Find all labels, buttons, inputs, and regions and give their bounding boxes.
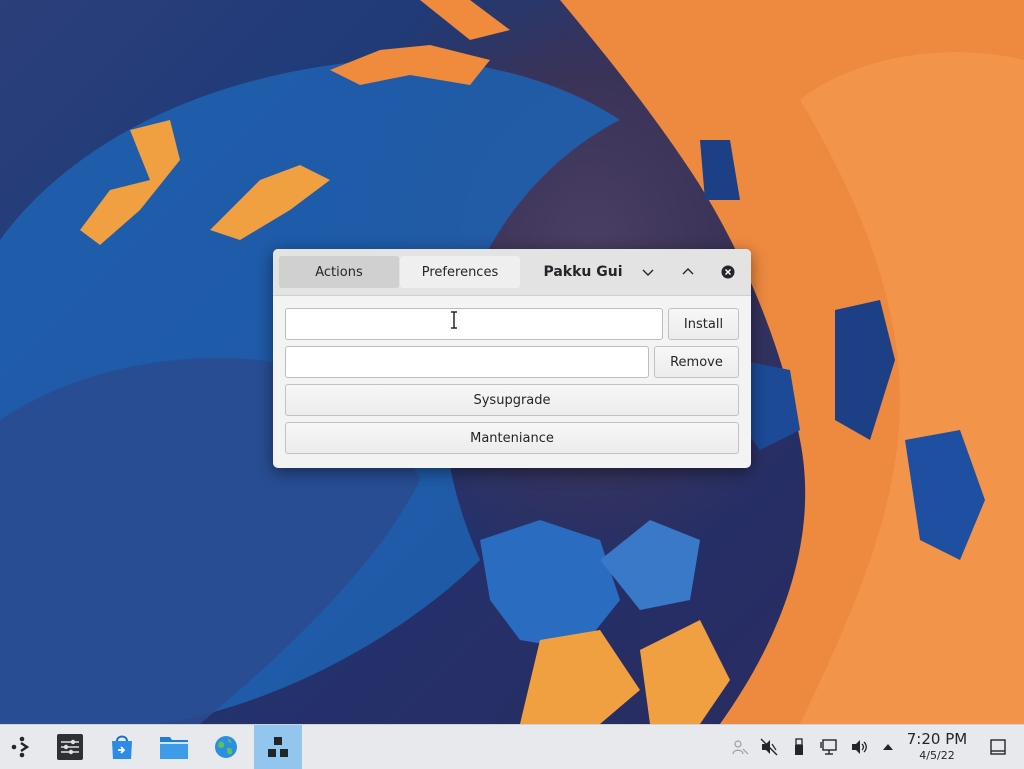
window-title: Pakku Gui — [543, 264, 623, 280]
text-cursor-icon — [451, 311, 457, 329]
taskbar: 7:20 PM 4/5/22 — [0, 724, 1024, 769]
file-manager-icon — [160, 737, 188, 759]
close-icon — [721, 265, 735, 279]
web-browser-launcher[interactable] — [204, 725, 248, 769]
tab-actions[interactable]: Actions — [279, 256, 399, 288]
show-desktop-icon — [990, 739, 1006, 755]
user-tray[interactable] — [729, 736, 751, 758]
clock-time: 7:20 PM — [906, 730, 968, 748]
digital-clock[interactable]: 7:20 PM 4/5/22 — [898, 729, 976, 765]
app-launcher-button[interactable] — [0, 725, 44, 769]
volume-tray[interactable] — [848, 736, 870, 758]
usb-device-icon — [795, 738, 803, 755]
remove-package-input[interactable] — [285, 346, 649, 378]
pakku-gui-icon — [268, 737, 288, 757]
maintenance-button[interactable]: Manteniance — [285, 422, 739, 454]
file-manager-launcher[interactable] — [152, 725, 196, 769]
usb-device-tray[interactable] — [788, 736, 810, 758]
clock-date: 4/5/22 — [919, 749, 955, 762]
system-settings-icon — [57, 734, 83, 760]
close-button[interactable] — [717, 261, 739, 283]
tab-preferences[interactable]: Preferences — [400, 256, 520, 288]
show-desktop-button[interactable] — [987, 736, 1009, 758]
muted-audio-icon — [760, 738, 778, 756]
pakku-gui-window: Actions Preferences Pakku Gui Install Re… — [273, 249, 751, 468]
maintenance-button-label: Manteniance — [470, 430, 554, 446]
network-icon — [820, 739, 837, 755]
web-browser-icon — [215, 736, 237, 758]
tab-actions-label: Actions — [315, 264, 363, 280]
maximize-button[interactable] — [677, 261, 699, 283]
pakku-gui-task[interactable] — [254, 725, 302, 769]
chevron-up-icon — [682, 268, 694, 275]
title-bar[interactable]: Actions Preferences Pakku Gui — [273, 249, 751, 296]
network-tray[interactable] — [818, 736, 840, 758]
mute-audio-tray[interactable] — [758, 736, 780, 758]
remove-button-label: Remove — [670, 354, 723, 370]
user-icon — [732, 740, 749, 755]
discover-store-icon — [112, 735, 132, 759]
install-button-label: Install — [683, 316, 724, 332]
remove-button[interactable]: Remove — [654, 346, 739, 378]
minimize-button[interactable] — [637, 261, 659, 283]
system-settings-launcher[interactable] — [48, 725, 92, 769]
expand-tray-icon — [883, 744, 893, 750]
tab-preferences-label: Preferences — [421, 264, 499, 280]
app-launcher-icon — [11, 736, 30, 758]
sysupgrade-button[interactable]: Sysupgrade — [285, 384, 739, 416]
sysupgrade-button-label: Sysupgrade — [473, 392, 551, 408]
install-button[interactable]: Install — [668, 308, 739, 340]
expand-tray-button[interactable] — [877, 736, 899, 758]
chevron-down-icon — [642, 269, 654, 276]
volume-icon — [852, 740, 867, 754]
discover-store-launcher[interactable] — [100, 725, 144, 769]
install-package-input[interactable] — [285, 308, 663, 340]
